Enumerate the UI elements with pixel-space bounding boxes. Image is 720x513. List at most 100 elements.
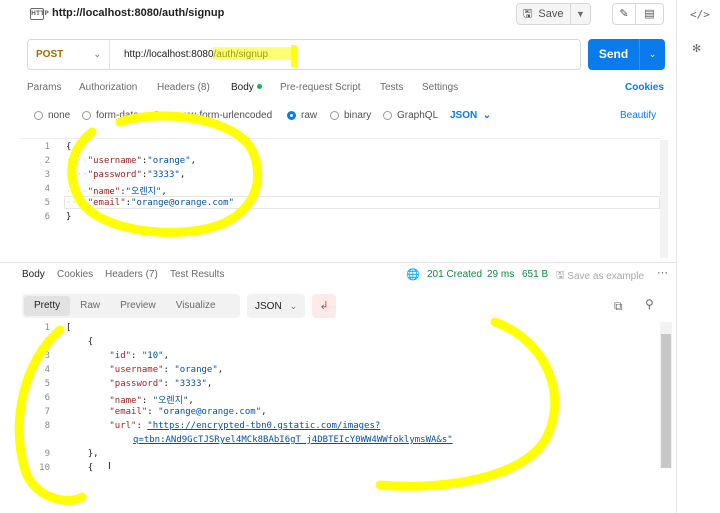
radio-raw[interactable]: raw	[287, 110, 317, 121]
save-icon: 🖫	[556, 270, 565, 281]
response-tab-headers[interactable]: Headers (7)	[105, 269, 158, 280]
code-line: {	[66, 142, 72, 152]
send-button[interactable]: Send	[588, 39, 640, 70]
tab-tests[interactable]: Tests	[380, 82, 403, 93]
active-line-highlight	[64, 196, 660, 209]
code-line: ····"password":"3333",	[66, 170, 186, 180]
line-number: 6	[44, 212, 50, 222]
wrap-lines-icon[interactable]: ↲	[312, 294, 336, 318]
line-number: 1	[44, 142, 50, 152]
save-example-label: Save as example	[567, 271, 645, 282]
send-button-group: Send ⌄	[588, 39, 665, 70]
beautify-button[interactable]: Beautify	[620, 110, 656, 121]
search-icon[interactable]: ⚲	[645, 297, 654, 311]
status-code[interactable]: 201 Created	[427, 269, 482, 280]
code-snippet-icon[interactable]: </>	[690, 8, 710, 21]
response-language-select[interactable]: JSON ⌄	[247, 294, 305, 318]
response-tab-body[interactable]: Body	[22, 269, 45, 280]
tab-pre-request-script[interactable]: Pre-request Script	[280, 82, 361, 93]
line-number: 8	[44, 421, 50, 431]
code-line: ····"username":"orange",	[66, 156, 197, 166]
code-line: "url": "https://encrypted-tbn0.gstatic.c…	[109, 421, 381, 431]
globe-icon[interactable]: 🌐	[406, 268, 420, 281]
chevron-down-icon[interactable]: ⌄	[640, 39, 665, 70]
copy-icon[interactable]: ⧉	[614, 299, 623, 314]
radio-circle	[152, 111, 161, 120]
radio-circle	[330, 111, 339, 120]
line-number: 10	[39, 463, 50, 473]
right-sidebar	[676, 0, 720, 513]
cookies-link[interactable]: Cookies	[625, 82, 664, 93]
response-tab-test-results[interactable]: Test Results	[170, 269, 224, 280]
view-raw[interactable]: Raw	[70, 296, 110, 316]
panel-divider[interactable]	[0, 262, 676, 263]
url-bar: POST ⌄ http://localhost:8080/auth/signup	[27, 39, 581, 70]
line-number: 5	[44, 198, 50, 208]
url-host: http://localhost:8080	[124, 49, 214, 60]
more-options-icon[interactable]: ⋯	[657, 266, 668, 279]
view-mode-toggle: Pretty Raw Preview Visualize	[22, 294, 240, 318]
line-number: 7	[44, 407, 50, 417]
url-input[interactable]: http://localhost:8080/auth/signup	[110, 49, 268, 60]
save-label: Save	[538, 8, 564, 20]
response-time[interactable]: 29 ms	[487, 269, 514, 280]
line-number: 3	[44, 351, 50, 361]
code-line: "username": "orange",	[109, 365, 224, 375]
chevron-down-icon: ⌄	[482, 110, 492, 121]
line-number: 2	[44, 156, 50, 166]
save-icon: 🖫	[523, 7, 533, 20]
tab-authorization[interactable]: Authorization	[79, 82, 137, 93]
radio-none[interactable]: none	[34, 110, 70, 121]
line-number: 6	[44, 393, 50, 403]
view-preview[interactable]: Preview	[110, 296, 166, 316]
modified-dot	[256, 84, 262, 89]
language-label: JSON	[450, 110, 478, 121]
code-line: },	[87, 449, 99, 459]
tab-settings[interactable]: Settings	[422, 82, 458, 93]
radio-label: x-www-form-urlencoded	[166, 110, 273, 121]
radio-form-data[interactable]: form-data	[82, 110, 139, 121]
chevron-down-icon: ⌄	[93, 49, 101, 59]
language-label: JSON	[255, 300, 282, 312]
radio-circle	[82, 111, 91, 120]
tab-body[interactable]: Body	[231, 82, 262, 93]
edit-pencil-icon[interactable]: ✎	[612, 3, 636, 25]
url-path: /auth/signup	[213, 49, 269, 60]
response-size[interactable]: 651 B	[522, 269, 548, 280]
save-as-example-button[interactable]: 🖫 Save as example	[556, 268, 644, 285]
response-tab-cookies[interactable]: Cookies	[57, 269, 93, 280]
save-button-group: 🖫 Save ▼	[516, 3, 591, 25]
related-collections-icon[interactable]: ✻	[692, 42, 701, 55]
request-title[interactable]: http://localhost:8080/auth/signup	[52, 7, 224, 19]
radio-urlencoded[interactable]: x-www-form-urlencoded	[152, 110, 272, 121]
radio-label: binary	[344, 110, 372, 121]
view-pretty[interactable]: Pretty	[24, 296, 71, 316]
line-number: 2	[44, 337, 50, 347]
chevron-down-icon: ⌄	[289, 300, 298, 311]
code-line: {	[87, 463, 94, 473]
text-cursor-icon: I	[108, 461, 111, 472]
save-button[interactable]: 🖫 Save	[517, 4, 571, 24]
tab-params[interactable]: Params	[27, 82, 61, 93]
radio-binary[interactable]: binary	[330, 110, 371, 121]
code-line: [	[66, 323, 72, 333]
line-number: 9	[44, 449, 50, 459]
line-number: 4	[44, 184, 50, 194]
comment-icon[interactable]: ▤	[636, 3, 664, 25]
code-line: }	[66, 212, 72, 222]
line-number: 4	[44, 365, 50, 375]
request-editor-scrollbar[interactable]	[660, 140, 668, 258]
radio-label: raw	[301, 110, 318, 121]
chevron-down-icon[interactable]: ▼	[571, 9, 590, 19]
response-body-viewer[interactable]: 1 [2 {3 "id": "10", 4 "username": "orange"…	[20, 322, 660, 478]
body-language-select[interactable]: JSON ⌄	[450, 110, 491, 121]
response-scrollbar-thumb[interactable]	[661, 334, 671, 468]
radio-graphql[interactable]: GraphQL	[383, 110, 438, 121]
code-line: "email": "orange@orange.com",	[109, 407, 267, 417]
tab-headers[interactable]: Headers (8)	[157, 82, 210, 93]
radio-label: form-data	[96, 110, 139, 121]
code-line: {	[87, 337, 94, 347]
method-select[interactable]: POST ⌄	[28, 40, 110, 69]
method-label: POST	[36, 49, 64, 60]
view-visualize[interactable]: Visualize	[166, 296, 226, 316]
